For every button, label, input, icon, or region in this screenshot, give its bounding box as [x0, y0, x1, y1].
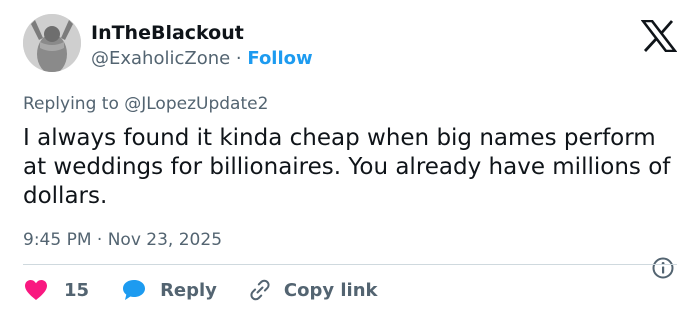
action-bar: 15 Reply Copy link [23, 276, 378, 304]
reply-context: Replying to @JLopezUpdate2 [23, 93, 268, 115]
reply-mention-link[interactable]: @JLopezUpdate2 [124, 94, 268, 114]
author-display-name[interactable]: InTheBlackout [91, 21, 244, 45]
like-count: 15 [64, 279, 90, 301]
handle-separator: · [230, 48, 248, 69]
tweet-date: Nov 23, 2025 [107, 230, 223, 250]
follow-button[interactable]: Follow [247, 48, 312, 69]
divider [23, 264, 677, 265]
copy-link-label: Copy link [283, 279, 378, 301]
copy-link-button[interactable]: Copy link [246, 278, 378, 302]
avatar-image [23, 14, 81, 72]
tweet-text: I always found it kinda cheap when big n… [23, 125, 671, 209]
like-button[interactable]: 15 [23, 278, 89, 302]
date-separator: · [91, 230, 108, 250]
x-logo-icon[interactable] [641, 20, 677, 52]
tweet-time: 9:45 PM [23, 230, 92, 250]
heart-icon [25, 280, 47, 300]
tweet-card: InTheBlackout @ExaholicZone · Follow Rep… [0, 0, 700, 318]
author-handle[interactable]: @ExaholicZone [91, 48, 230, 69]
avatar[interactable] [23, 14, 81, 72]
info-icon[interactable] [651, 256, 675, 280]
reply-context-prefix: Replying to [23, 94, 125, 114]
speech-bubble-icon [123, 280, 146, 300]
author-handle-row: @ExaholicZone · Follow [91, 47, 313, 71]
reply-label: Reply [160, 279, 217, 301]
link-icon [250, 279, 270, 301]
reply-button[interactable]: Reply [121, 278, 217, 302]
tweet-timestamp[interactable]: 9:45 PM · Nov 23, 2025 [23, 229, 222, 251]
